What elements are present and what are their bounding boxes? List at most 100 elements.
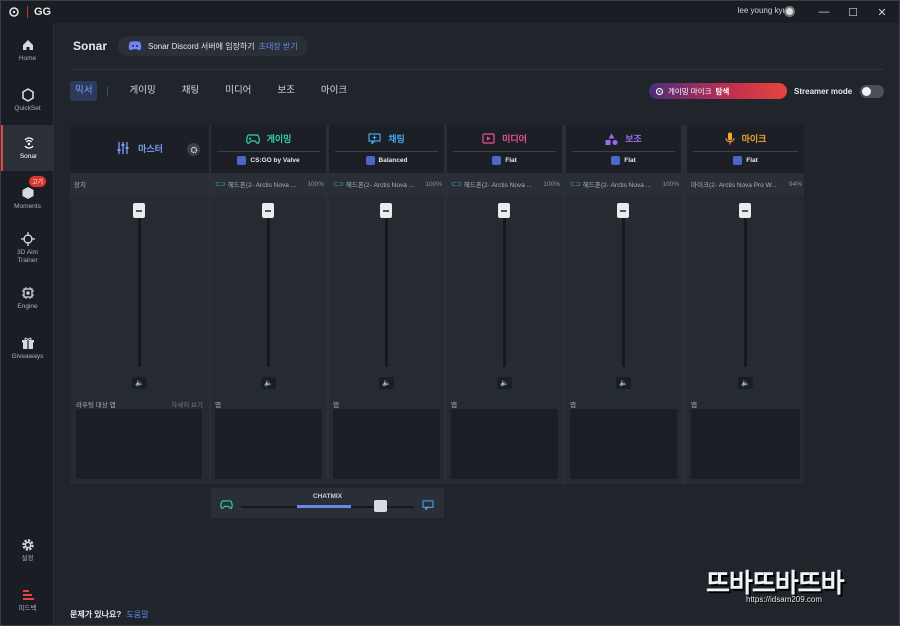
discord-invite-link[interactable]: 초대장 받기 [259,41,298,52]
detail-link[interactable]: 자세히 보기 [171,399,203,409]
preset-icon [365,156,375,165]
device-row[interactable]: ⊂⊃ 헤드폰(2- Arctis Nova ... 100% [333,177,442,191]
discord-icon [128,41,142,50]
tab-chat[interactable]: 채팅 [169,81,212,101]
device-name: 마이크(2- Arctis Nova Pro W... [691,182,777,189]
scan-label: 탐색 [715,86,730,96]
volume-slider-knob[interactable] [262,203,274,218]
chatmix-slider-knob[interactable] [374,500,387,512]
sidebar-item-label: Giveaways [11,352,44,360]
device-volume: 100% [662,180,679,188]
sidebar-item-engine[interactable]: Engine [1,275,54,321]
sidebar-item-sonar[interactable]: Sonar [1,125,54,171]
chatmix-fill [297,505,351,508]
help-link[interactable]: 도움말 [127,610,149,619]
apps-label: 앱 [451,402,457,409]
column-body: 🔈 앱 [447,195,562,484]
tab-mic[interactable]: 마이크 [308,81,360,101]
column-body: 🔈 라우팅 대상 앱 자세히 보기 [70,195,209,484]
volume-slider-knob[interactable] [739,203,751,218]
close-button[interactable]: ✕ [867,1,897,23]
apps-box [570,409,677,479]
mute-button[interactable]: 🔈 [132,377,147,389]
preset-icon [733,156,743,165]
device-label: 장치 [74,182,86,189]
channel-name: 미디어 [502,134,527,144]
tab-aux[interactable]: 보조 [264,81,307,101]
sidebar-item-giveaways[interactable]: Giveaways [1,325,54,371]
volume-track [503,205,506,367]
link-icon: ⊂⊃ [215,181,226,188]
preset-icon [492,156,502,165]
microphone-icon [725,132,735,145]
speaker-icon: 🔈 [382,380,391,387]
volume-slider-knob[interactable] [380,203,392,218]
device-row[interactable]: ⊂⊃ 헤드폰(2- Arctis Nova ... 100% [570,177,679,191]
scan-gaming-mic-button[interactable]: 게이밍 마이크 탐색 [649,83,787,99]
volume-slider-knob[interactable] [617,203,629,218]
tab-mixer[interactable]: 믹서 [70,81,98,101]
watermark-url: https://idsam209.com [746,595,823,604]
avatar[interactable] [784,6,795,17]
minimize-button[interactable]: — [809,1,839,23]
channel-title: 보조 [566,132,681,145]
speaker-icon: 🔈 [264,380,273,387]
preset-icon [611,156,621,165]
sidebar-item-label: Home [18,54,37,62]
streamer-mode-toggle[interactable] [860,85,884,98]
preset-selector[interactable]: Flat [687,156,804,165]
device-row[interactable]: ⊂⊃ 헤드폰(2- Arctis Nova ... 100% [451,177,560,191]
quickset-icon [21,87,34,102]
header-divider [70,69,883,70]
link-icon: ⊂⊃ [570,181,581,188]
volume-slider-knob[interactable] [133,203,145,218]
channel-title: 미디어 [447,132,562,145]
tab-media[interactable]: 미디어 [212,81,264,101]
preset-selector[interactable]: Flat [566,156,681,165]
mute-button[interactable]: 🔈 [379,377,394,389]
steelseries-logo-icon [655,87,664,95]
steelseries-logo-icon [1,1,27,23]
user-name[interactable]: lee young kyu [738,6,787,15]
master-settings-button[interactable] [187,143,200,156]
master-device-row: 장치 [74,177,207,191]
preset-name: Flat [505,157,517,164]
preset-selector[interactable]: CS:GO by Valve [211,156,326,165]
preset-selector[interactable]: Flat [447,156,562,165]
device-name: 헤드폰(2- Arctis Nova ... [582,182,652,189]
preset-icon [237,156,247,165]
sidebar-item-moments[interactable]: 고기 Moments [1,175,54,221]
maximize-button[interactable]: ☐ [838,1,868,23]
column-header: 채팅 Balanced [329,125,444,173]
volume-slider-knob[interactable] [498,203,510,218]
title-separator [27,6,28,18]
sidebar-item-feedback[interactable]: 피드백 [1,577,54,623]
sidebar-item-home[interactable]: Home [1,27,54,73]
column-header: 보조 Flat [566,125,681,173]
device-row[interactable]: 마이크(2- Arctis Nova Pro W... 94% [691,177,802,191]
sidebar-item-label: Engine [17,302,38,310]
preset-selector[interactable]: Balanced [329,156,444,165]
channel-title: 마이크 [687,132,804,145]
home-icon [22,39,33,50]
mute-button[interactable]: 🔈 [497,377,512,389]
watermark: 뜨바뜨바뜨바 https://idsam209.com [706,563,884,607]
mute-button[interactable]: 🔈 [738,377,753,389]
sidebar-item-aim-trainer[interactable]: 3D Aim Trainer [1,223,54,273]
device-volume: 100% [543,180,560,188]
preset-name: Flat [624,157,636,164]
sidebar-item-settings[interactable]: 설정 [1,527,54,573]
device-volume: 100% [307,180,324,188]
discord-banner[interactable]: Sonar Discord 서버에 입장하기 초대장 받기 [118,36,308,56]
chatmix-panel: CHATMIX [211,488,444,518]
sonar-icon [23,136,34,149]
sidebar-item-quickset[interactable]: QuickSet [1,77,54,123]
column-body: 🔈 앱 [687,195,804,484]
device-row[interactable]: ⊂⊃ 헤드폰(2- Arctis Nova ... 100% [215,177,324,191]
tab-gaming[interactable]: 게이밍 [116,81,168,101]
channel-name: 채팅 [388,134,405,144]
mute-button[interactable]: 🔈 [616,377,631,389]
preset-name: Balanced [378,157,408,164]
mute-button[interactable]: 🔈 [261,377,276,389]
link-icon: ⊂⊃ [333,181,344,188]
